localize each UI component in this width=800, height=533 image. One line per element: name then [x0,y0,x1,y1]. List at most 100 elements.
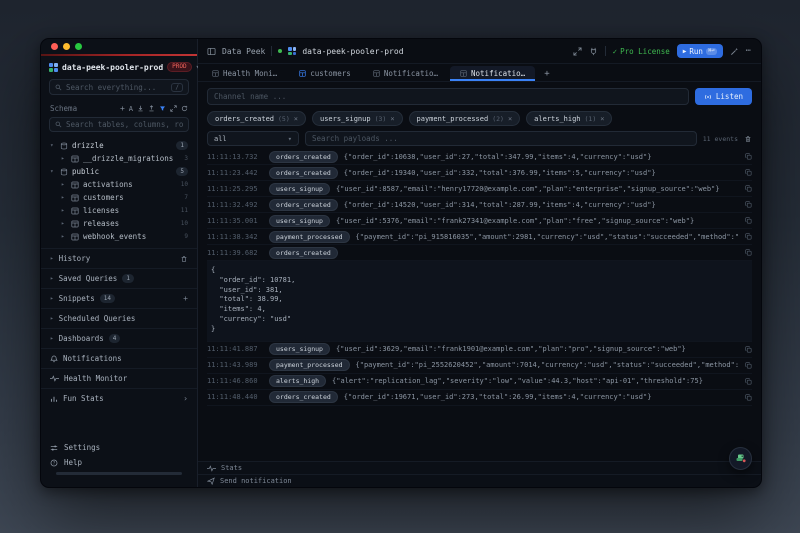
event-row[interactable]: 11:11:46.860 alerts_high {"alert":"repli… [207,374,752,390]
overflow-menu-icon[interactable]: ⋯ [746,46,752,56]
global-search[interactable]: / [49,79,189,95]
copy-icon[interactable] [745,233,752,240]
connection-switcher[interactable]: data-peek-pooler-prod PROD ▾ [41,56,197,77]
font-size-icon[interactable]: A [129,105,133,113]
main-area: Data Peek data-peek-pooler-prod [198,39,761,487]
import-icon[interactable] [137,105,144,112]
channel-name-field[interactable] [207,88,689,105]
close-window-button[interactable] [51,43,58,50]
sidebar-section-fun-stats[interactable]: Fun Stats › [41,388,197,408]
magic-wand-icon[interactable] [730,47,739,56]
copy-icon[interactable] [745,217,752,224]
payload-search-field[interactable] [305,131,697,146]
assistant-mascot-button[interactable] [729,447,752,470]
schema-search[interactable] [49,117,189,132]
channel-chip[interactable]: payment_processed (2) × [409,111,521,126]
section-action-icon[interactable]: › [183,394,188,403]
tree-caret-icon[interactable]: ▸ [61,220,67,227]
copy-icon[interactable] [745,362,752,369]
fullscreen-icon[interactable] [573,47,582,56]
tab-notifications-2-active[interactable]: Notificatio… [450,66,535,81]
sidebar-section-scheduled-queries[interactable]: ▸ Scheduled Queries [41,308,197,328]
tab-health-monitor[interactable]: Health Moni… [202,66,287,81]
channel-chip[interactable]: alerts_high (1) × [526,111,612,126]
tree-row[interactable]: ▸ licenses 11 [45,204,193,217]
topbar-connection-name[interactable]: data-peek-pooler-prod [302,47,403,56]
section-action-icon[interactable]: + [183,294,188,303]
sidebar-section-dashboards[interactable]: ▸ Dashboards 4 [41,328,197,348]
event-row[interactable]: 11:11:35.001 users_signup {"user_id":537… [207,213,752,229]
new-tab-button[interactable]: + [537,66,556,81]
event-row[interactable]: 11:11:39.682 orders_created [207,245,752,261]
clear-events-icon[interactable] [744,135,752,143]
stats-panel-toggle[interactable]: Stats [198,461,761,474]
remove-chip-icon[interactable]: × [390,115,394,123]
tree-row[interactable]: ▸ activations 10 [45,178,193,191]
tree-caret-icon[interactable]: ▸ [61,233,67,240]
payload-search-input[interactable] [312,134,690,143]
remove-chip-icon[interactable]: × [600,115,604,123]
tree-row[interactable]: ▸ releases 10 [45,217,193,230]
copy-icon[interactable] [745,346,752,353]
sidebar-scrollbar[interactable] [56,472,182,475]
plug-connection-icon[interactable] [589,47,598,56]
event-row[interactable]: 11:11:41.887 users_signup {"user_id":362… [207,342,752,358]
copy-icon[interactable] [745,249,752,256]
sidebar-section-history[interactable]: ▸ History [41,248,197,268]
remove-chip-icon[interactable]: × [294,115,298,123]
event-type-filter-select[interactable]: all ▾ [207,131,299,146]
pro-license-status[interactable]: ✓ Pro License [613,47,670,56]
tree-row[interactable]: ▸ webhook_events 9 [45,230,193,243]
tree-caret-icon[interactable]: ▾ [50,168,56,175]
tree-row[interactable]: ▾ public 5 [45,165,193,178]
schema-search-input[interactable] [66,120,183,129]
sidebar-footer-help[interactable]: ? Help [50,455,188,470]
tab-customers[interactable]: customers [289,66,361,81]
sidebar-section-saved-queries[interactable]: ▸ Saved Queries 1 [41,268,197,288]
tree-row[interactable]: ▸ __drizzle_migrations 3 [45,152,193,165]
copy-icon[interactable] [745,394,752,401]
event-row[interactable]: 11:11:25.295 users_signup {"user_id":858… [207,181,752,197]
event-row[interactable]: 11:11:23.442 orders_created {"order_id":… [207,165,752,181]
tree-caret-icon[interactable]: ▸ [61,181,67,188]
event-row[interactable]: 11:11:32.492 orders_created {"order_id":… [207,197,752,213]
copy-icon[interactable] [745,378,752,385]
expanded-payload-block[interactable]: { "order_id": 10781, "user_id": 381, "to… [207,261,752,342]
copy-icon[interactable] [745,201,752,208]
channel-name-input[interactable] [214,92,682,101]
sidebar-section-snippets[interactable]: ▸ Snippets 14 + [41,288,197,308]
sidebar-section-notifications[interactable]: Notifications [41,348,197,368]
copy-icon[interactable] [745,185,752,192]
event-row[interactable]: 11:11:43.989 payment_processed {"payment… [207,358,752,374]
tree-caret-icon[interactable]: ▾ [50,142,56,149]
export-icon[interactable] [148,105,155,112]
event-row[interactable]: 11:11:48.440 orders_created {"order_id":… [207,390,752,406]
send-notification-toggle[interactable]: Send notification [198,474,761,487]
zoom-window-button[interactable] [75,43,82,50]
channel-chip[interactable]: orders_created (5) × [207,111,306,126]
event-row[interactable]: 11:11:38.342 payment_processed {"payment… [207,229,752,245]
tree-caret-icon[interactable]: ▸ [61,194,67,201]
listen-button[interactable]: Listen [695,88,752,105]
tree-caret-icon[interactable]: ▸ [61,207,67,214]
tree-row[interactable]: ▾ drizzle 1 [45,139,193,152]
remove-chip-icon[interactable]: × [508,115,512,123]
global-search-input[interactable] [66,83,167,92]
refresh-icon[interactable] [181,105,188,112]
copy-icon[interactable] [745,169,752,176]
minimize-window-button[interactable] [63,43,70,50]
event-row[interactable]: 11:11:13.732 orders_created {"order_id":… [207,149,752,165]
copy-icon[interactable] [745,153,752,160]
toggle-sidebar-icon[interactable] [207,47,216,56]
run-button[interactable]: ▶ Run ⌘⏎ [677,44,723,58]
filter-icon[interactable] [159,105,166,112]
section-action-icon[interactable] [180,255,188,263]
tree-row[interactable]: ▸ customers 7 [45,191,193,204]
expand-all-icon[interactable] [170,105,177,112]
add-icon[interactable]: + [120,104,125,113]
sidebar-section-health-monitor[interactable]: Health Monitor [41,368,197,388]
sidebar-footer-settings[interactable]: Settings [50,440,188,455]
channel-chip[interactable]: users_signup (3) × [312,111,403,126]
tab-notifications-1[interactable]: Notificatio… [363,66,448,81]
tree-caret-icon[interactable]: ▸ [61,155,67,162]
